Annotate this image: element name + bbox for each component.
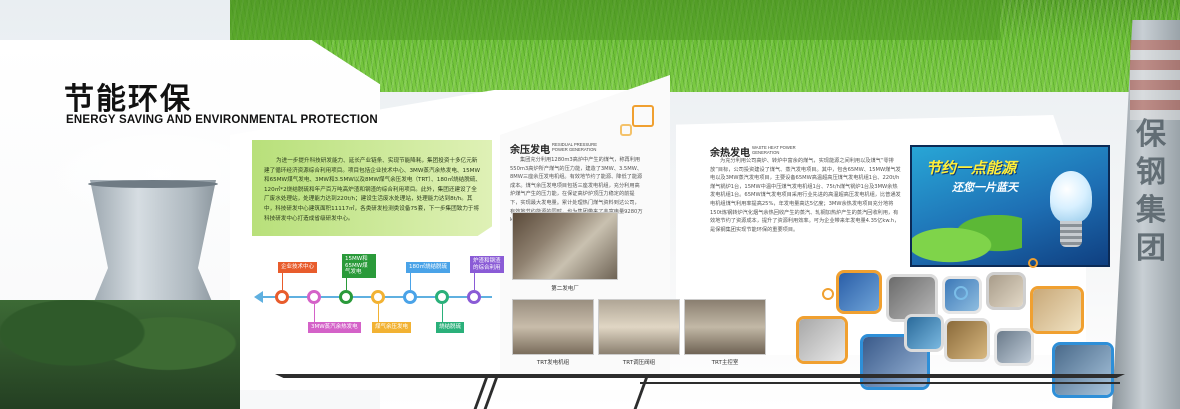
trees-image bbox=[0, 300, 240, 409]
timeline-node bbox=[371, 290, 385, 304]
chimney-char: 集 bbox=[1136, 193, 1166, 228]
trt-generator-photo bbox=[512, 299, 594, 355]
billboard-slogan-1: 节约一点能源 bbox=[926, 159, 1017, 177]
deco-ring bbox=[822, 288, 834, 300]
page-title: 节能环保 bbox=[64, 82, 192, 117]
timeline-stem bbox=[314, 304, 315, 322]
collage-photo bbox=[986, 272, 1026, 310]
power-plant-caption: 第二发电厂 bbox=[551, 286, 579, 292]
deco-ring bbox=[1028, 258, 1038, 268]
trt-valve-photo bbox=[598, 299, 680, 355]
trt-control-room-caption: TRT主控室 bbox=[711, 360, 739, 366]
collage-photo bbox=[1052, 342, 1114, 398]
trt-control-room-photo bbox=[684, 299, 766, 355]
timeline-label: 煤气余压发电 bbox=[372, 322, 412, 333]
power-plant-photo bbox=[512, 212, 618, 280]
timeline-stem bbox=[378, 304, 379, 322]
timeline-label: 15MW和65MW煤气发电 bbox=[342, 254, 376, 278]
deco-square bbox=[632, 105, 654, 127]
timeline-stem bbox=[442, 304, 443, 322]
timeline-label: 180㎡烧结脱硫 bbox=[406, 262, 450, 273]
timeline-label: 烧结脱硫 bbox=[436, 322, 465, 333]
chimney-char: 团 bbox=[1136, 231, 1166, 266]
residual-pressure-en: RESIDUAL PRESSURE POWER GENERATION bbox=[552, 142, 597, 152]
timeline-node bbox=[339, 290, 353, 304]
timeline-node bbox=[403, 290, 417, 304]
chimney-char: 钢 bbox=[1136, 155, 1166, 190]
deco-square bbox=[620, 124, 632, 136]
collage-photo bbox=[904, 314, 944, 352]
timeline-label: 企业技术中心 bbox=[278, 262, 318, 273]
chimney-bands bbox=[1130, 40, 1180, 120]
collage-photo bbox=[994, 328, 1034, 366]
grass-shadow bbox=[0, 0, 1180, 40]
intro-card: 为进一步提升科技研发能力、延长产业链条、实现节能降耗，集团投资十多亿元新建了循环… bbox=[252, 140, 492, 236]
waste-heat-en: WASTE HEAT POWER GENERATION bbox=[752, 145, 796, 155]
light-bulb-icon bbox=[1050, 171, 1092, 255]
collage-photo bbox=[836, 270, 882, 314]
collage-photo bbox=[944, 318, 990, 362]
page-subtitle: ENERGY SAVING AND ENVIRONMENTAL PROTECTI… bbox=[66, 114, 378, 126]
timeline-node bbox=[435, 290, 449, 304]
timeline-stem bbox=[410, 272, 411, 290]
timeline-node bbox=[307, 290, 321, 304]
timeline-node bbox=[275, 290, 289, 304]
waste-heat-text: 为充分利用公司高炉、转炉中富余的煤气，实现能源之间利用以及煤气“零排放”目标，公… bbox=[710, 158, 901, 233]
timeline-stem bbox=[282, 272, 283, 290]
trt-generator-caption: TRT发电机组 bbox=[536, 360, 570, 366]
timeline-node bbox=[467, 290, 481, 304]
trt-valve-caption: TRT调压阀组 bbox=[622, 360, 656, 366]
chimney-char: 保 bbox=[1136, 117, 1166, 152]
bottom-stripe bbox=[275, 374, 1125, 378]
bottom-stripe bbox=[640, 382, 1120, 384]
chimney-lettering: 保 钢 集 团 bbox=[1136, 120, 1176, 264]
billboard: 节约一点能源 还您一片蓝天 bbox=[910, 145, 1110, 267]
billboard-slogan-2: 还您一片蓝天 bbox=[952, 181, 1018, 194]
residual-pressure-title: 余压发电 bbox=[510, 145, 550, 156]
collage-photo bbox=[796, 316, 848, 364]
collage-photo bbox=[1030, 286, 1084, 334]
deco-ring bbox=[954, 286, 968, 300]
timeline-label: 炉渣和钢渣的综合利用 bbox=[470, 256, 504, 274]
timeline-label: 3MW蒸汽余热发电 bbox=[308, 322, 361, 333]
leaf-graphic bbox=[912, 215, 1022, 265]
intro-text: 为进一步提升科技研发能力、延长产业链条、实现节能降耗，集团投资十多亿元新建了循环… bbox=[264, 158, 482, 222]
